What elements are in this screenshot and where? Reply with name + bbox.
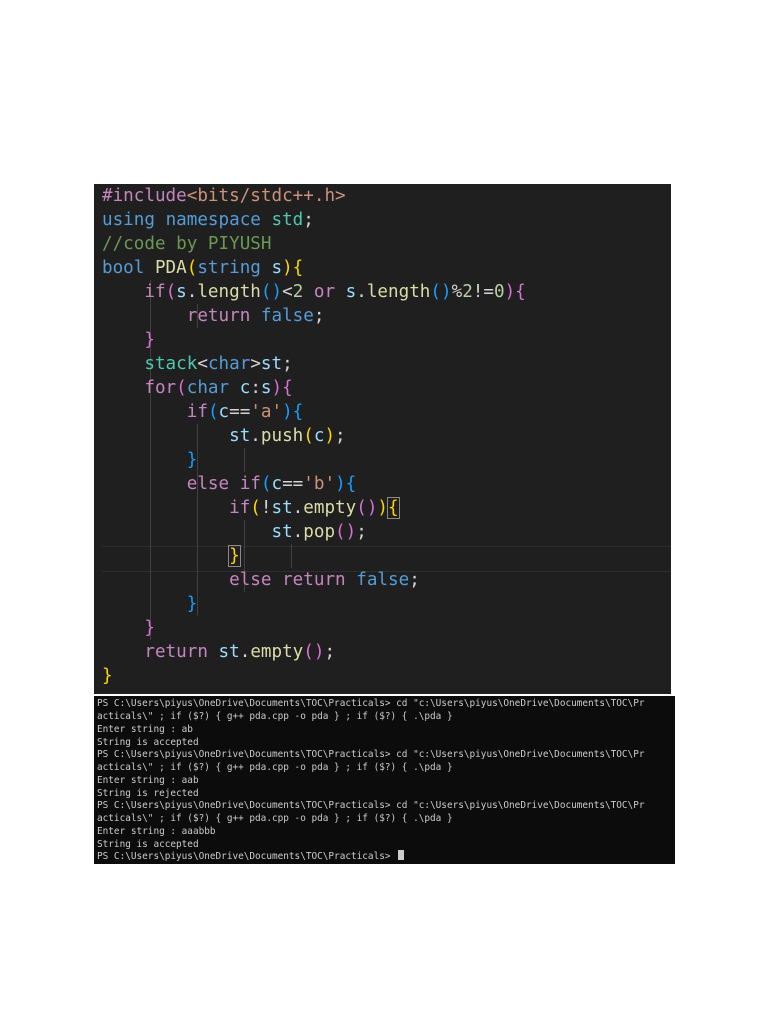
code-line[interactable]: if(s.length()<2 or s.length()%2!=0){ [102, 280, 525, 304]
code-line[interactable]: stack<char>st; [102, 352, 292, 376]
terminal-line: Enter string : ab [97, 724, 193, 735]
code-line[interactable]: } [102, 664, 113, 688]
code-line[interactable]: } [102, 544, 241, 568]
indent-guide [244, 448, 245, 472]
terminal-line: acticals\" ; if ($?) { g++ pda.cpp -o pd… [97, 711, 453, 722]
terminal-line: Enter string : aaabbb [97, 826, 216, 837]
code-line[interactable]: } [102, 592, 198, 616]
code-line[interactable]: return st.empty(); [102, 640, 335, 664]
code-line[interactable]: st.pop(); [102, 520, 366, 544]
terminal-line: PS C:\Users\piyus\OneDrive\Documents\TOC… [97, 800, 645, 811]
terminal-line: acticals\" ; if ($?) { g++ pda.cpp -o pd… [97, 813, 453, 824]
terminal-panel[interactable]: PS C:\Users\piyus\OneDrive\Documents\TOC… [94, 696, 675, 864]
terminal-cursor[interactable] [398, 850, 405, 860]
code-line[interactable]: } [102, 328, 155, 352]
code-line[interactable]: else if(c=='b'){ [102, 472, 357, 496]
terminal-line: PS C:\Users\piyus\OneDrive\Documents\TOC… [97, 749, 645, 760]
terminal-prompt-line[interactable]: PS C:\Users\piyus\OneDrive\Documents\TOC… [97, 850, 405, 863]
terminal-prompt: PS C:\Users\piyus\OneDrive\Documents\TOC… [97, 851, 397, 862]
terminal-line: acticals\" ; if ($?) { g++ pda.cpp -o pd… [97, 762, 453, 773]
indent-guide [291, 544, 292, 568]
code-line[interactable]: if(c=='a'){ [102, 400, 304, 424]
code-line[interactable]: for(char c:s){ [102, 376, 292, 400]
code-line[interactable]: bool PDA(string s){ [102, 256, 303, 280]
page: #include<bits/stdc++.h> using namespace … [0, 0, 768, 1024]
code-comment[interactable]: //code by PIYUSH [102, 232, 271, 256]
code-line[interactable]: return false; [102, 304, 325, 328]
code-line[interactable]: else return false; [102, 568, 420, 592]
code-line[interactable]: st.push(c); [102, 424, 346, 448]
code-line[interactable]: using namespace std; [102, 208, 314, 232]
code-line[interactable]: } [102, 616, 155, 640]
code-line[interactable]: #include<bits/stdc++.h> [102, 184, 346, 208]
code-editor[interactable]: #include<bits/stdc++.h> using namespace … [94, 184, 671, 694]
code-line[interactable]: if(!st.empty()){ [102, 496, 400, 520]
terminal-line: PS C:\Users\piyus\OneDrive\Documents\TOC… [97, 698, 645, 709]
code-line[interactable]: } [102, 448, 198, 472]
terminal-line: Enter string : aab [97, 775, 199, 786]
